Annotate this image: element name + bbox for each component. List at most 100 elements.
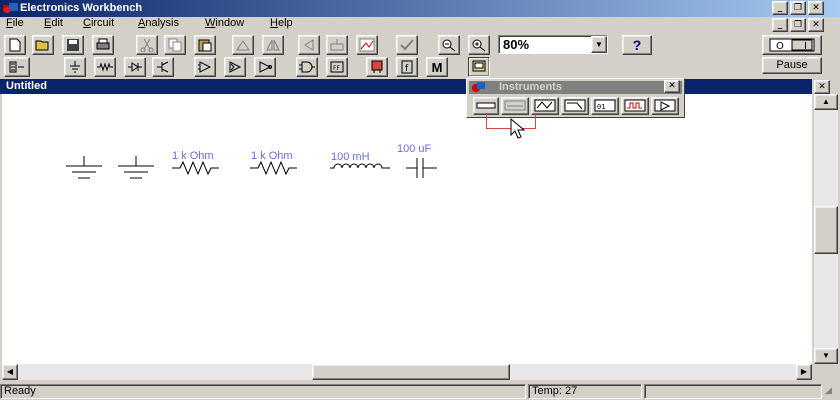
description-button[interactable]: [396, 35, 418, 55]
flip-horizontal-icon: [266, 39, 280, 51]
sources-bin-button[interactable]: [64, 57, 86, 77]
function-generator-icon: [504, 100, 526, 111]
inductor-component[interactable]: [330, 163, 390, 169]
minimize-button[interactable]: _: [772, 1, 788, 15]
word-generator-instrument[interactable]: 01: [591, 97, 619, 115]
menu-window[interactable]: Window: [205, 17, 244, 29]
resistor-component-2[interactable]: [250, 160, 297, 176]
help-button[interactable]: ?: [622, 35, 652, 55]
scroll-left-button[interactable]: ◀: [2, 364, 18, 380]
create-subcircuit-button[interactable]: [356, 35, 378, 55]
resistor-icon: [97, 62, 113, 72]
doc-close-button[interactable]: ✕: [808, 18, 824, 32]
vertical-scrollbar[interactable]: ▲ ▼: [814, 94, 838, 364]
copy-button[interactable]: [164, 35, 186, 55]
zoom-select[interactable]: 80% ▼: [498, 35, 608, 54]
logic-converter-instrument[interactable]: [651, 97, 679, 115]
logic-gates-bin-button[interactable]: [296, 57, 318, 77]
menu-file[interactable]: File: [6, 17, 24, 29]
resistor-2-label: 1 k Ohm: [251, 150, 293, 162]
zoom-out-icon: [442, 39, 456, 52]
bode-plotter-instrument[interactable]: [561, 97, 589, 115]
logic-gate-icon: [299, 61, 315, 73]
digital-ics-bin-button[interactable]: [254, 57, 276, 77]
horizontal-scroll-thumb[interactable]: [312, 364, 510, 380]
bode-plotter-icon: [564, 99, 586, 112]
scroll-up-button[interactable]: ▲: [814, 94, 838, 110]
parts-bin-toggle-button[interactable]: [4, 57, 30, 77]
ground-component-1[interactable]: [66, 156, 102, 179]
app-titlebar: Electronics Workbench _ ❐ ✕: [0, 0, 840, 17]
flip-horizontal-button[interactable]: [262, 35, 284, 55]
diodes-bin-button[interactable]: [124, 57, 146, 77]
basic-bin-button[interactable]: [94, 57, 116, 77]
svg-text:O: O: [776, 41, 784, 52]
resistor-component-1[interactable]: [172, 160, 219, 176]
instruments-close-button[interactable]: ✕: [664, 80, 680, 93]
doc-minimize-button[interactable]: _: [772, 18, 788, 32]
menu-help[interactable]: Help: [270, 17, 293, 29]
svg-text:I: I: [804, 41, 807, 52]
zoom-in-icon: [472, 39, 486, 52]
new-file-button[interactable]: [4, 35, 26, 55]
zoom-dropdown-arrow-icon[interactable]: ▼: [591, 36, 607, 53]
close-button[interactable]: ✕: [808, 1, 824, 15]
menu-circuit[interactable]: Circuit: [83, 17, 114, 29]
scroll-right-button[interactable]: ▶: [796, 364, 812, 380]
instruments-title: Instruments: [499, 81, 562, 93]
component-properties-button[interactable]: [326, 35, 348, 55]
rotate-button[interactable]: [232, 35, 254, 55]
document-close-button[interactable]: ✕: [814, 80, 830, 94]
instruments-bin-button[interactable]: [468, 57, 490, 77]
save-button[interactable]: [62, 35, 84, 55]
digital-ic-icon: [259, 61, 272, 73]
flip-flop-icon: FF: [330, 61, 344, 73]
new-file-icon: [9, 38, 21, 52]
analog-ics-bin-button[interactable]: [194, 57, 216, 77]
scroll-down-button[interactable]: ▼: [814, 348, 838, 364]
cut-button[interactable]: [136, 35, 158, 55]
vertical-scroll-thumb[interactable]: [814, 206, 838, 254]
instruments-icon: [472, 60, 486, 72]
circuit-workspace[interactable]: 1 k Ohm 1 k Ohm 100 mH 100 uF: [2, 94, 812, 364]
zoom-value: 80%: [503, 37, 530, 52]
power-switch[interactable]: OI: [762, 35, 822, 55]
scissors-icon: [140, 38, 154, 52]
print-button[interactable]: [92, 35, 114, 55]
misc-label: M: [431, 59, 443, 75]
instruments-palette[interactable]: Instruments ✕ 01: [466, 78, 685, 118]
horizontal-scrollbar[interactable]: ◀ ▶: [2, 364, 812, 380]
zoom-out-button[interactable]: [438, 35, 460, 55]
resize-grip-icon[interactable]: ◢: [822, 384, 840, 399]
zoom-in-button[interactable]: [468, 35, 490, 55]
menu-edit[interactable]: Edit: [44, 17, 63, 29]
ground-component-2[interactable]: [118, 156, 154, 179]
doc-restore-button[interactable]: ❐: [790, 18, 806, 32]
mixed-ics-bin-button[interactable]: [224, 57, 246, 77]
capacitor-component[interactable]: [406, 158, 437, 178]
flip-vertical-button[interactable]: [298, 35, 320, 55]
menu-analysis[interactable]: Analysis: [138, 17, 179, 29]
open-file-button[interactable]: [32, 35, 54, 55]
capacitor-label: 100 uF: [397, 143, 432, 155]
resistor-1-label: 1 k Ohm: [172, 150, 214, 162]
opamp-icon: [198, 61, 212, 73]
word-generator-icon: 01: [594, 99, 616, 112]
logic-analyzer-instrument[interactable]: [621, 97, 649, 115]
status-ready: Ready: [0, 384, 526, 399]
power-switch-icon: OI: [769, 38, 815, 52]
logic-analyzer-icon: [624, 99, 646, 112]
instruments-palette-icon: [471, 81, 485, 96]
paste-button[interactable]: [194, 35, 216, 55]
indicators-bin-button[interactable]: [366, 57, 388, 77]
instruments-titlebar[interactable]: Instruments ✕: [469, 80, 682, 96]
controls-bin-button[interactable]: f: [396, 57, 418, 77]
miscellaneous-bin-button[interactable]: M: [426, 57, 448, 77]
svg-text:01: 01: [597, 103, 605, 111]
digital-bin-button[interactable]: FF: [326, 57, 348, 77]
pause-button[interactable]: Pause: [762, 57, 822, 74]
app-logo-icon: [3, 2, 18, 18]
transistors-bin-button[interactable]: [152, 57, 174, 77]
restore-button[interactable]: ❐: [790, 1, 806, 15]
menubar: File Edit Circuit Analysis Window Help _…: [0, 17, 840, 34]
